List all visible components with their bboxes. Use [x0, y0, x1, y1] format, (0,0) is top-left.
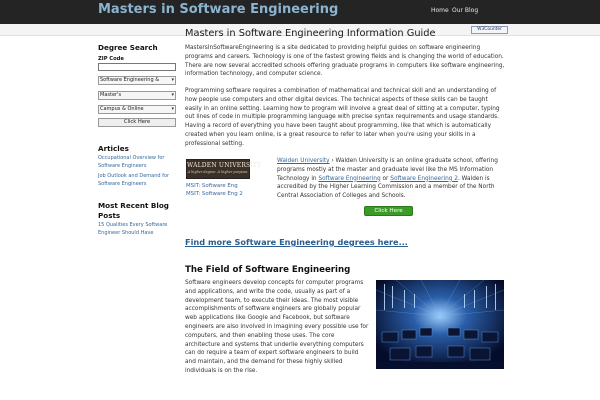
articles-heading: Articles	[98, 144, 129, 153]
nav-link-blog[interactable]: Our Blog	[452, 7, 478, 14]
software-engineering-2-link[interactable]: Software Engineering 2	[390, 176, 458, 182]
msit-link-2[interactable]: MSIT: Software Eng 2	[186, 191, 243, 197]
field-heading: The Field of Software Engineering	[185, 265, 351, 275]
degree-select[interactable]: Master's ▾	[98, 91, 176, 100]
field-paragraph: Software engineers develop concepts for …	[185, 280, 369, 374]
chevron-down-icon: ▾	[171, 106, 174, 112]
degree-search-heading: Degree Search	[98, 43, 158, 52]
logo-tagline: A higher degree. A higher purpose.	[187, 170, 249, 174]
zip-label: ZIP Code	[98, 56, 124, 62]
walden-text-2: or	[380, 175, 391, 182]
chevron-down-icon: ▾	[171, 77, 174, 83]
article-link[interactable]: Occupational Overview for Software Engin…	[98, 155, 178, 170]
chevron-down-icon: ▾	[171, 92, 174, 98]
programming-paragraph: Programming software requires a combinat…	[185, 88, 500, 147]
zip-input[interactable]	[98, 63, 176, 71]
walden-description: Walden University › Walden University is…	[277, 157, 505, 201]
walden-cta-button[interactable]: Click Here	[364, 206, 413, 216]
msit-link[interactable]: MSIT: Software Eng	[186, 183, 238, 189]
walden-link[interactable]: Walden University	[277, 158, 330, 164]
software-engineering-link[interactable]: Software Engineering	[318, 176, 380, 182]
find-more-link[interactable]: Find more Software Engineering degrees h…	[185, 237, 408, 247]
server-room-illustration	[376, 280, 504, 369]
blog-heading: Most Recent Blog Posts	[98, 201, 169, 220]
article-link[interactable]: Job Outlook and Demand for Software Engi…	[98, 173, 178, 188]
visitor-counter-badge[interactable]: W3Counter	[471, 26, 508, 34]
degree-select-value: Master's	[100, 92, 122, 98]
degree-search-submit-button[interactable]: Click Here	[98, 118, 176, 127]
intro-paragraph: MastersInSoftwareEngineering is a site d…	[185, 45, 505, 78]
nav-link-home[interactable]: Home	[431, 7, 449, 14]
blog-post-link[interactable]: 15 Qualities Every Software Engineer Sho…	[98, 222, 178, 237]
site-title[interactable]: Masters in Software Engineering	[98, 2, 338, 17]
format-select-value: Campus & Online	[100, 106, 144, 112]
program-select[interactable]: Software Engineering & ▾	[98, 76, 176, 85]
page-title: Masters in Software Engineering Informat…	[185, 28, 436, 39]
format-select[interactable]: Campus & Online ▾	[98, 105, 176, 114]
program-select-value: Software Engineering &	[100, 77, 160, 83]
logo-name: WALDEN UNIVERSITY	[187, 162, 262, 169]
walden-university-logo[interactable]: WALDEN UNIVERSITY A higher degree. A hig…	[186, 159, 262, 179]
